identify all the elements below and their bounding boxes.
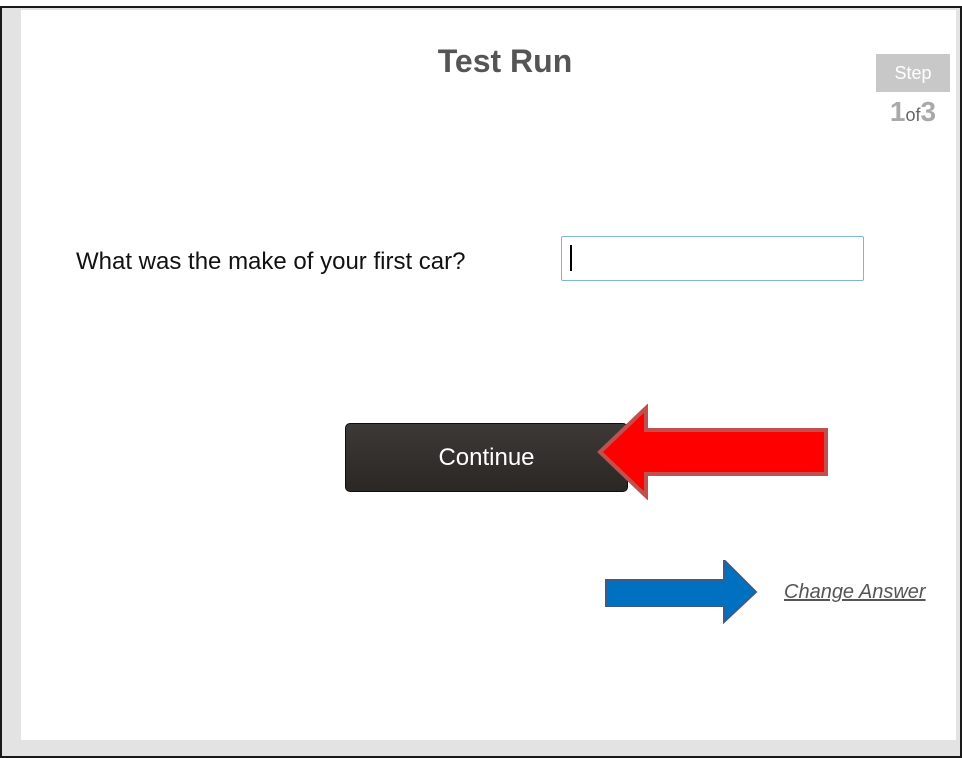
- continue-button[interactable]: Continue: [345, 423, 628, 492]
- step-total: 3: [920, 96, 937, 127]
- red-arrow-shape: [597, 404, 828, 500]
- security-question-label: What was the make of your first car?: [76, 248, 466, 275]
- text-cursor: [570, 245, 572, 271]
- step-of-text: of: [905, 105, 921, 125]
- step-label: Step: [894, 62, 932, 83]
- red-arrow-annotation: [597, 404, 828, 500]
- change-answer-link[interactable]: Change Answer: [784, 581, 941, 604]
- security-answer-input[interactable]: [561, 236, 864, 281]
- blue-arrow-annotation: [605, 560, 758, 624]
- step-counter: 1of3: [876, 96, 950, 128]
- dialog-panel: [21, 10, 956, 740]
- blue-arrow-shape: [605, 560, 758, 624]
- page-title: Test Run: [437, 43, 573, 79]
- step-current: 1: [889, 96, 906, 127]
- step-label-box: Step: [876, 54, 950, 92]
